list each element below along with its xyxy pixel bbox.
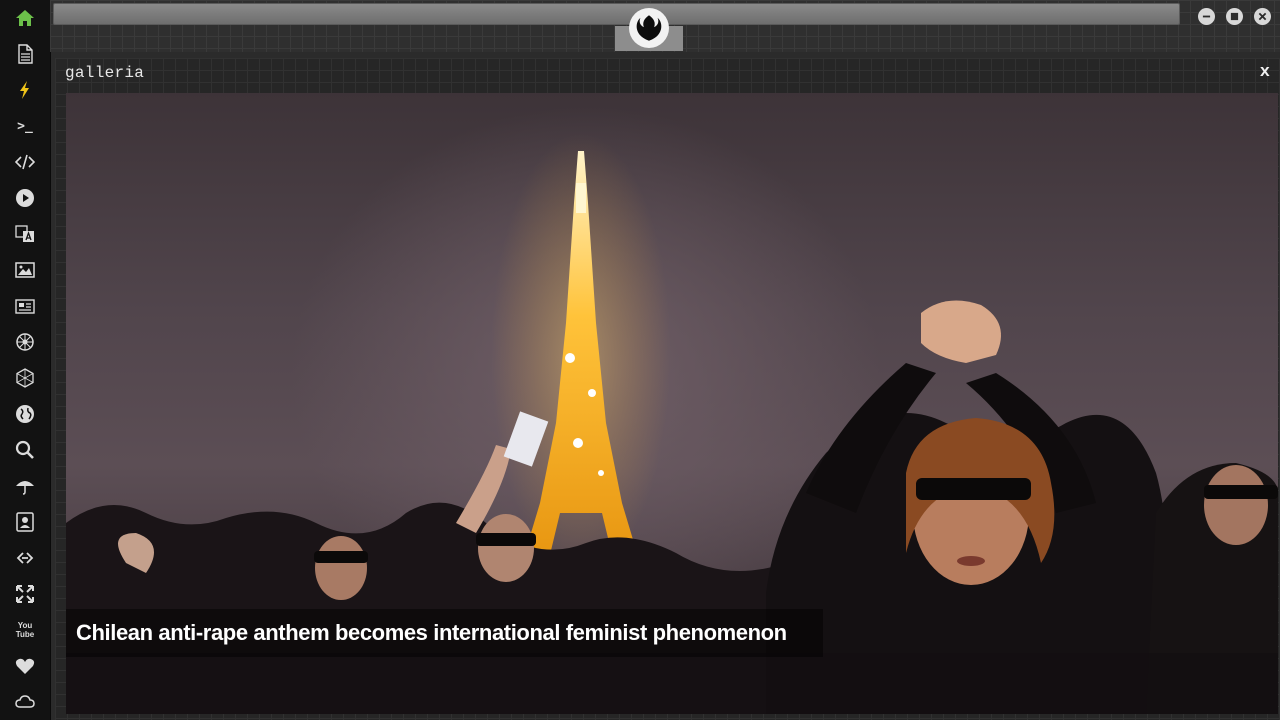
play-icon[interactable] xyxy=(13,186,37,210)
contact-card-icon[interactable] xyxy=(13,510,37,534)
code-icon[interactable] xyxy=(13,150,37,174)
gallery-caption-text: Chilean anti-rape anthem becomes interna… xyxy=(76,620,787,645)
search-icon[interactable] xyxy=(13,438,37,462)
fullscreen-icon[interactable] xyxy=(13,582,37,606)
image-icon[interactable] xyxy=(13,258,37,282)
left-dock: >_ You Tube xyxy=(0,0,51,720)
top-bar xyxy=(50,0,1280,52)
newspaper-icon[interactable] xyxy=(13,294,37,318)
panel-title: galleria xyxy=(65,64,145,82)
document-icon[interactable] xyxy=(13,42,37,66)
hexagon-network-icon[interactable] xyxy=(13,366,37,390)
heart-icon[interactable] xyxy=(13,654,37,678)
galleria-panel: galleria x Chilean anti-rape anthem beco… xyxy=(55,58,1280,720)
rebel-alliance-icon[interactable] xyxy=(629,8,669,48)
globe-icon[interactable] xyxy=(13,402,37,426)
gallery-caption: Chilean anti-rape anthem becomes interna… xyxy=(66,609,823,657)
close-window-button[interactable] xyxy=(1254,8,1271,25)
panel-close-button[interactable]: x xyxy=(1260,63,1270,82)
maximize-button[interactable] xyxy=(1226,8,1243,25)
terminal-icon[interactable]: >_ xyxy=(13,114,37,138)
minimize-button[interactable] xyxy=(1198,8,1215,25)
lightning-icon[interactable] xyxy=(13,78,37,102)
settings-wheel-icon[interactable] xyxy=(13,330,37,354)
youtube-icon[interactable]: You Tube xyxy=(13,618,37,642)
gallery-image[interactable]: Chilean anti-rape anthem becomes interna… xyxy=(66,93,1278,714)
link-icon[interactable] xyxy=(13,546,37,570)
home-icon[interactable] xyxy=(13,6,37,30)
address-bar[interactable] xyxy=(53,3,1180,25)
cloud-icon[interactable] xyxy=(13,690,37,714)
umbrella-icon[interactable] xyxy=(13,474,37,498)
translate-icon[interactable] xyxy=(13,222,37,246)
